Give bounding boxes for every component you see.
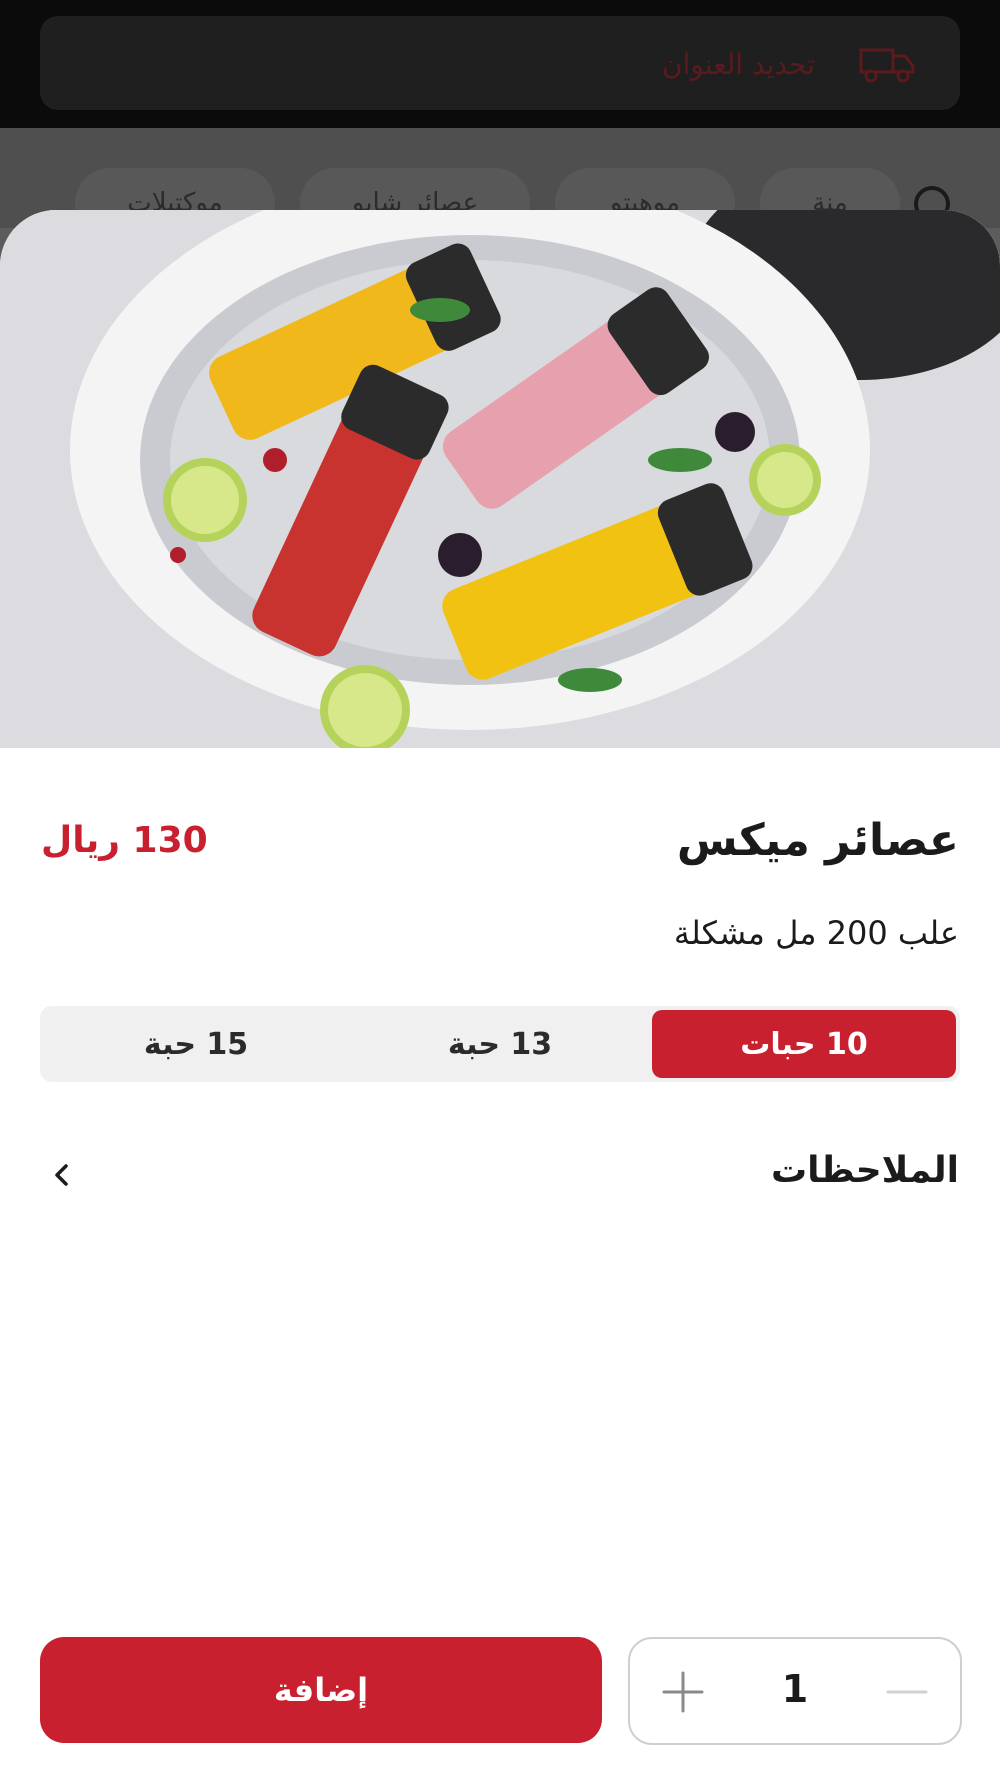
minus-icon[interactable] [884, 1669, 930, 1715]
add-to-cart-button[interactable]: إضافة [40, 1637, 602, 1743]
plus-icon[interactable] [660, 1669, 706, 1715]
product-sheet: عصائر ميكس 130 ريال علب 200 مل مشكلة 10 … [0, 210, 1000, 1778]
product-title: عصائر ميكس [676, 815, 959, 866]
size-option-15[interactable]: 15 حبة [44, 1010, 348, 1078]
product-image [0, 210, 1000, 748]
product-description: علب 200 مل مشكلة [673, 914, 959, 952]
product-price: 130 ريال [41, 820, 208, 861]
size-selector: 10 حبات 13 حبة 15 حبة [40, 1006, 960, 1082]
chevron-left-icon[interactable] [50, 1160, 74, 1190]
size-option-13[interactable]: 13 حبة [348, 1010, 652, 1078]
notes-label[interactable]: الملاحظات [771, 1150, 959, 1191]
top-bar: تحديد العنوان [0, 0, 1000, 128]
truck-icon [859, 48, 915, 83]
address-label: تحديد العنوان [661, 48, 815, 81]
quantity-value: 1 [781, 1667, 809, 1711]
size-option-10[interactable]: 10 حبات [652, 1010, 956, 1078]
quantity-stepper: 1 [628, 1637, 962, 1745]
address-selector[interactable]: تحديد العنوان [40, 16, 960, 110]
